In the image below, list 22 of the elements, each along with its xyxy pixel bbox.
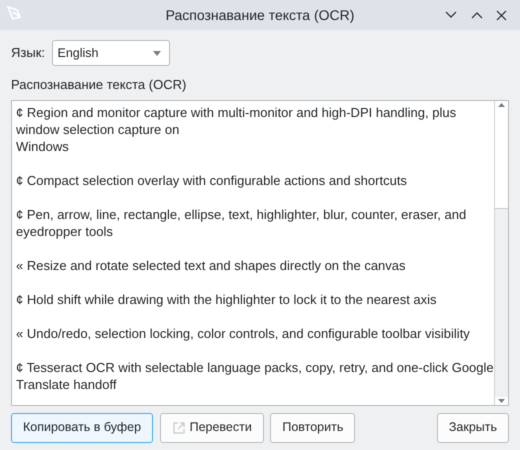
scrollbar[interactable] — [494, 100, 508, 404]
result-label: Распознавание текста (OCR) — [11, 77, 186, 92]
close-icon — [496, 10, 508, 20]
text-paragraph: ¢ Pen, arrow, line, rectangle, ellipse, text, highlighter, blur, counter, eraser, and eyedropper tools — [16, 206, 466, 240]
language-label: Язык: — [11, 44, 45, 62]
window-title: Распознавание текста (OCR) — [166, 6, 354, 22]
text-paragraph: ¢ Hold shift while drawing with the highlighter to lock it to the nearest axis — [16, 290, 437, 308]
pen-icon — [5, 4, 23, 22]
chevron-up-icon — [470, 11, 482, 19]
caret-icon — [152, 50, 160, 56]
text-paragraph: ¢ Region and monitor capture with multi-monitor and high-DPI handling, plus window selection capture on Windows — [16, 104, 456, 154]
action-button[interactable]: Копировать в буфер — [11, 412, 154, 442]
text-area[interactable] — [11, 100, 509, 406]
text-paragraph: « Resize and rotate selected text and shapes directly on the canvas — [16, 256, 406, 274]
text-paragraph: « Undo/redo, selection locking, color controls, and configurable toolbar visibility — [16, 324, 470, 342]
chevron-down-icon — [445, 11, 458, 19]
action-button[interactable]: Перевести — [160, 412, 264, 442]
text-paragraph: ¢ Compact selection overlay with configurable actions and shortcuts — [16, 172, 407, 188]
text-paragraph: ¢ Tesseract OCR with selectable language packs, copy, retry, and one-click Google Translate handoff — [16, 358, 494, 392]
action-button[interactable]: Закрыть — [436, 412, 509, 442]
action-button[interactable]: Повторить — [270, 412, 356, 442]
language-dropdown[interactable]: English — [52, 40, 170, 66]
